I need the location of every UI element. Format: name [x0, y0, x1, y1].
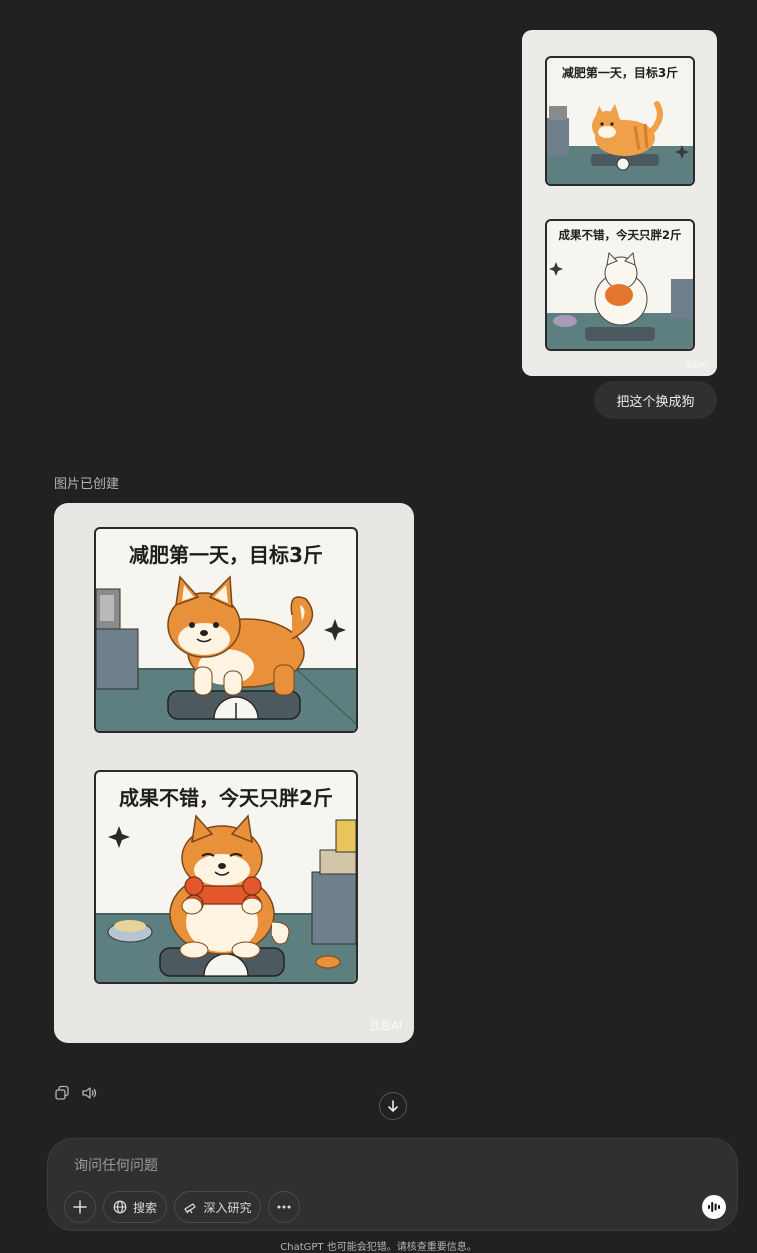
cat-panel-bottom: 成果不错，今天只胖2斤 [545, 219, 695, 351]
user-uploaded-image[interactable]: 减肥第一天，目标3斤 成果不错，今天只胖2斤 豆包AI [522, 30, 717, 376]
arrow-down-icon [388, 1100, 398, 1112]
speaker-icon[interactable] [81, 1085, 97, 1101]
deep-research-button[interactable]: 深入研究 [174, 1191, 261, 1223]
plus-icon [73, 1200, 87, 1214]
deep-research-label: 深入研究 [203, 1200, 252, 1215]
more-tools-button[interactable] [268, 1191, 300, 1223]
ellipsis-icon [277, 1205, 291, 1209]
search-button-label: 搜索 [132, 1200, 157, 1215]
copy-icon[interactable] [54, 1085, 70, 1101]
user-image-watermark: 豆包AI [686, 361, 707, 369]
cat-on-scale-illustration [547, 101, 693, 184]
disclaimer-text: ChatGPT 也可能会犯错。请核查重要信息。 [280, 1242, 477, 1253]
message-input[interactable]: 询问任何问题 [74, 1155, 158, 1175]
shiba-on-scale-illustration [96, 575, 356, 731]
cat-eating-illustration [547, 251, 693, 349]
add-attachment-button[interactable] [64, 1191, 96, 1223]
dog-panel-top: 减肥第一天，目标3斤 [94, 527, 358, 733]
voice-mode-icon [708, 1202, 720, 1212]
telescope-icon [184, 1203, 197, 1214]
shiba-holding-bone-illustration [96, 814, 356, 982]
scroll-down-button[interactable] [379, 1092, 407, 1120]
composer: 询问任何问题 搜索 深入研究 [47, 1138, 738, 1231]
cat-panel-top: 减肥第一天，目标3斤 [545, 56, 695, 186]
globe-icon [113, 1200, 127, 1214]
generated-image-watermark: 豆包AI [369, 1019, 402, 1032]
user-message-bubble: 把这个换成狗 [594, 381, 717, 419]
generated-image[interactable]: 减肥第一天，目标3斤 成果不错，今天只胖2斤 豆包AI [54, 503, 414, 1043]
search-button[interactable]: 搜索 [103, 1191, 167, 1223]
dog-panel-bottom: 成果不错，今天只胖2斤 [94, 770, 358, 984]
voice-mode-button[interactable] [702, 1195, 726, 1219]
image-created-status: 图片已创建 [54, 477, 120, 492]
